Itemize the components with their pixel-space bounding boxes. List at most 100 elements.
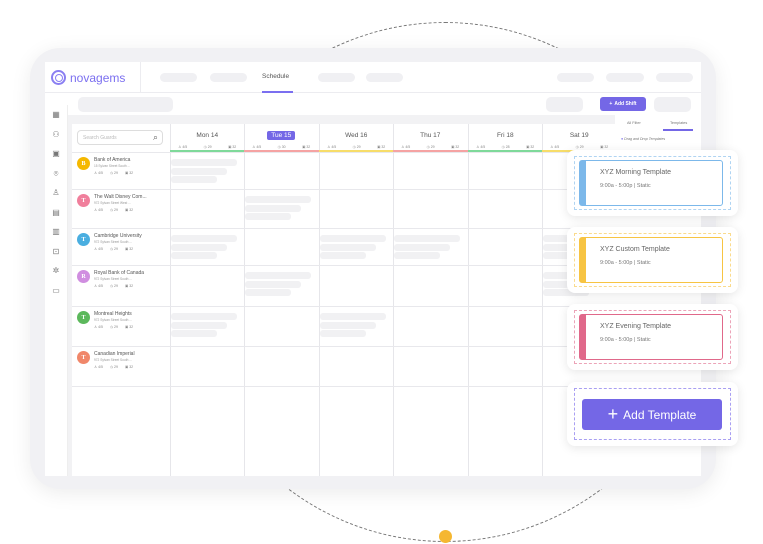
tab-all-filter[interactable]: All Filter	[627, 121, 641, 125]
calendar-icon: ▣ 32	[302, 145, 311, 149]
logo[interactable]: novagems	[51, 70, 125, 85]
location-icon[interactable]: ⌾	[51, 169, 61, 179]
hours-count: 29	[114, 325, 118, 329]
guard-address: 972 Sylvan Street South ...	[94, 318, 132, 322]
day-header[interactable]: Mon 14 ♙ 4/5 ◷ 29 ▣ 32	[170, 124, 245, 152]
shift-placeholder[interactable]	[171, 330, 217, 337]
shift-placeholder[interactable]	[394, 244, 450, 251]
guard-name: Bank of America	[94, 157, 131, 163]
calendar-icon[interactable]: ▣	[51, 149, 61, 159]
message-icon[interactable]: ▭	[51, 286, 61, 296]
shifts-count: 32	[129, 247, 134, 251]
plus-icon: +	[607, 404, 619, 424]
shift-placeholder[interactable]	[245, 272, 311, 279]
dashboard-icon[interactable]: ▦	[51, 110, 61, 120]
shift-placeholder[interactable]	[171, 168, 227, 175]
shift-placeholder[interactable]	[320, 244, 376, 251]
guard-info[interactable]: T Cambridge University 972 Sylvan Street S…	[77, 229, 142, 251]
template-card[interactable]: XYZ Custom Template 9:00a - 5:00p | Stati…	[567, 227, 738, 293]
shift-placeholder[interactable]	[171, 235, 237, 242]
day-header[interactable]: Thu 17 ♙ 4/5 ◷ 29 ▣ 32	[393, 124, 468, 152]
shift-placeholder[interactable]	[171, 159, 237, 166]
shift-placeholder[interactable]	[394, 235, 460, 242]
logo-icon	[51, 70, 66, 85]
shifts-count: 32	[129, 325, 134, 329]
shift-placeholder[interactable]	[320, 313, 386, 320]
header-action[interactable]	[656, 73, 693, 82]
binoculars-icon[interactable]: ⚇	[51, 130, 61, 140]
shifts-count: 32	[129, 284, 134, 288]
guard-name: Montreal Heights	[94, 311, 132, 317]
add-template-button[interactable]: + Add Template	[582, 399, 722, 430]
chart-icon[interactable]: ▥	[51, 227, 61, 237]
nav-item-schedule[interactable]: Schedule	[262, 73, 289, 80]
user-icon[interactable]: ♙	[51, 188, 61, 198]
day-header[interactable]: Fri 18 ♙ 4/5 ◷ 28 ▣ 32	[468, 124, 543, 152]
toolbar-button[interactable]	[654, 97, 691, 112]
template-card[interactable]: XYZ Evening Template 9:00a - 5:00p | Stat…	[567, 304, 738, 370]
tab-templates[interactable]: Templates	[670, 121, 687, 125]
shift-placeholder[interactable]	[245, 213, 291, 220]
clock-icon: ◷ 29	[110, 247, 118, 251]
search-icon[interactable]: ⌕	[153, 132, 158, 143]
guard-info[interactable]: R Royal Bank of Canada 972 Sylvan Street S…	[77, 266, 144, 288]
guards-icon: ♙ 4/5	[94, 325, 103, 329]
guard-info[interactable]: T Canadian Imperial 972 Sylvan Street Sout…	[77, 347, 135, 369]
nav-active-indicator	[262, 91, 293, 93]
template-item[interactable]: XYZ Morning Template 9:00a - 5:00p | Stat…	[579, 160, 723, 206]
toolbar-button[interactable]	[546, 97, 583, 112]
shift-placeholder[interactable]	[245, 289, 291, 296]
guard-info[interactable]: T Montreal Heights 972 Sylvan Street South…	[77, 307, 133, 329]
settings-icon[interactable]: ✲	[51, 266, 61, 276]
shift-placeholder[interactable]	[171, 313, 237, 320]
id-card-icon[interactable]: ▤	[51, 208, 61, 218]
shift-placeholder[interactable]	[320, 330, 366, 337]
template-item[interactable]: XYZ Custom Template 9:00a - 5:00p | Stati…	[579, 237, 723, 283]
row-divider	[72, 386, 615, 387]
template-card[interactable]: XYZ Morning Template 9:00a - 5:00p | Stat…	[567, 150, 738, 216]
search-guards-input[interactable]: Search Guards ⌕	[77, 130, 163, 145]
calendar-icon: ▣ 32	[526, 145, 535, 149]
nav-item[interactable]	[210, 73, 247, 82]
guard-row: R Royal Bank of Canada 972 Sylvan Street S…	[72, 265, 615, 306]
add-template-card: + Add Template	[567, 382, 738, 446]
hours-count: 29	[114, 208, 118, 212]
shift-placeholder[interactable]	[320, 235, 386, 242]
shift-placeholder[interactable]	[320, 322, 376, 329]
guard-info[interactable]: T The Walt Disney Com... 972 Sylvan Street…	[77, 190, 147, 212]
shifts-count: 32	[306, 145, 311, 149]
clock-icon: ◷ 29	[203, 145, 212, 149]
lock-icon[interactable]: ⊡	[51, 247, 61, 257]
day-header[interactable]: Sat 19 ♙ 4/5 ◷ 29 ▣ 32	[542, 124, 617, 152]
add-shift-button[interactable]: + Add Shift	[600, 97, 646, 111]
nav-item[interactable]	[160, 73, 197, 82]
guards-count: 4/5	[98, 325, 103, 329]
guards-count: 4/5	[98, 365, 103, 369]
guard-row: T The Walt Disney Com... 972 Sylvan Street…	[72, 189, 615, 228]
shift-placeholder[interactable]	[394, 252, 440, 259]
guards-icon: ♙ 4/5	[252, 145, 262, 149]
header-action[interactable]	[606, 73, 644, 82]
shift-placeholder[interactable]	[320, 252, 366, 259]
header-action[interactable]	[557, 73, 594, 82]
clock-icon: ◷ 28	[501, 145, 510, 149]
divider	[140, 62, 141, 93]
shift-placeholder[interactable]	[171, 252, 217, 259]
day-header[interactable]: Tue 15 ♙ 4/5 ◷ 30 ▣ 32	[244, 124, 319, 152]
shift-placeholder[interactable]	[171, 176, 217, 183]
nav-item[interactable]	[366, 73, 403, 82]
day-stats: ♙ 4/5 ◷ 29 ▣ 32	[393, 145, 468, 149]
day-header[interactable]: Wed 16 ♙ 4/5 ◷ 29 ▣ 32	[319, 124, 394, 152]
template-item[interactable]: XYZ Evening Template 9:00a - 5:00p | Stat…	[579, 314, 723, 360]
shift-placeholder[interactable]	[171, 244, 227, 251]
schedule-grid: Search Guards ⌕ Mon 14 ♙ 4/5 ◷ 29 ▣ 32 Tue …	[72, 124, 617, 476]
shift-placeholder[interactable]	[245, 205, 301, 212]
nav-item[interactable]	[318, 73, 355, 82]
hours-count: 29	[207, 145, 212, 149]
shift-placeholder[interactable]	[245, 196, 311, 203]
hours-count: 29	[114, 284, 118, 288]
guard-info[interactable]: B Bank of America 15 Sylvan Street South .…	[77, 153, 133, 175]
shift-placeholder[interactable]	[171, 322, 227, 329]
shift-placeholder[interactable]	[245, 281, 301, 288]
day-label: Thu 17	[420, 132, 441, 139]
